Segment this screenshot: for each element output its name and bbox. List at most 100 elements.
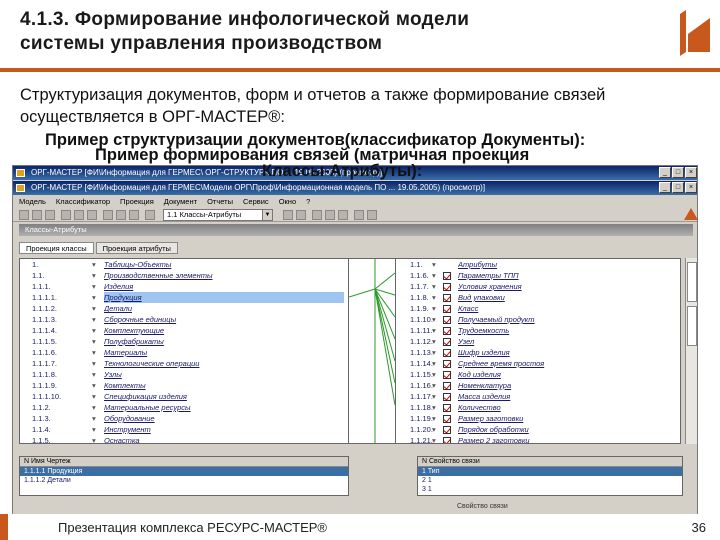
vertical-tab-1[interactable]	[687, 262, 697, 302]
chevron-down-icon[interactable]: ▾	[432, 325, 440, 336]
attribute-row[interactable]: 1.1.18. ▾ Количество	[396, 402, 680, 413]
chevron-down-icon[interactable]: ▾	[432, 402, 440, 413]
link-checkbox[interactable]	[443, 360, 451, 368]
attribute-row[interactable]: 1.1.19. ▾ Размер заготовки	[396, 413, 680, 424]
tab-projection-attributes[interactable]: Проекция атрибуты	[95, 242, 178, 254]
attribute-row[interactable]: 1.1.13. ▾ Шифр изделия	[396, 347, 680, 358]
attribute-row[interactable]: 1.1. ▾ Атрибуты	[396, 259, 680, 270]
tree-row[interactable]: 1.1.4. ▾ Инструмент	[20, 424, 348, 435]
tree-row[interactable]: 1.1.1.2. ▾ Детали	[20, 303, 348, 314]
link-checkbox[interactable]	[443, 305, 451, 313]
tree-row[interactable]: 1.1.1.6. ▾ Материалы	[20, 347, 348, 358]
tool-button-12[interactable]	[296, 210, 306, 220]
chevron-down-icon[interactable]: ▾	[432, 336, 440, 347]
link-checkbox[interactable]	[443, 415, 451, 423]
chevron-down-icon[interactable]: ▾	[92, 369, 100, 380]
tool-button-6[interactable]	[87, 210, 97, 220]
tree-row[interactable]: 1.1.1.4. ▾ Комплектующие	[20, 325, 348, 336]
close-button[interactable]: ×	[685, 167, 697, 178]
chevron-down-icon[interactable]: ▾	[92, 358, 100, 369]
link-checkbox[interactable]	[443, 316, 451, 324]
chevron-down-icon[interactable]: ▾	[432, 259, 440, 270]
tool-button-1[interactable]	[19, 210, 29, 220]
menu-help[interactable]: ?	[306, 196, 310, 208]
tool-button-2[interactable]	[32, 210, 42, 220]
link-checkbox[interactable]	[443, 349, 451, 357]
minimize-button-inner[interactable]: _	[659, 182, 671, 193]
attribute-row[interactable]: 1.1.15. ▾ Код изделия	[396, 369, 680, 380]
attribute-row[interactable]: 1.1.10. ▾ Получаемый продукт	[396, 314, 680, 325]
tool-button-4[interactable]	[61, 210, 71, 220]
maximize-button-inner[interactable]: □	[672, 182, 684, 193]
tree-row[interactable]: 1.1.1.8. ▾ Узлы	[20, 369, 348, 380]
chevron-down-icon[interactable]: ▾	[432, 347, 440, 358]
table-row[interactable]: 3 1	[418, 485, 682, 494]
chevron-down-icon[interactable]: ▾	[432, 424, 440, 435]
tree-row[interactable]: 1.1.5. ▾ Оснастка	[20, 435, 348, 443]
attribute-row[interactable]: 1.1.16. ▾ Номенклатура	[396, 380, 680, 391]
tree-row[interactable]: 1.1.1.9. ▾ Комплекты	[20, 380, 348, 391]
tree-row[interactable]: 1.1.2. ▾ Материальные ресурсы	[20, 402, 348, 413]
menu-document[interactable]: Документ	[164, 196, 197, 208]
menu-classifier[interactable]: Классификатор	[56, 196, 110, 208]
menu-reports[interactable]: Отчеты	[207, 196, 233, 208]
attribute-row[interactable]: 1.1.6. ▾ Параметры ТПП	[396, 270, 680, 281]
menu-model[interactable]: Модель	[19, 196, 46, 208]
link-checkbox[interactable]	[443, 393, 451, 401]
tool-button-3[interactable]	[45, 210, 55, 220]
projection-select[interactable]: 1.1 Классы-Атрибуты ▼	[163, 209, 273, 221]
link-checkbox[interactable]	[443, 272, 451, 280]
chevron-down-icon[interactable]: ▼	[262, 210, 272, 220]
tool-button-17[interactable]	[367, 210, 377, 220]
chevron-down-icon[interactable]: ▾	[92, 402, 100, 413]
attribute-row[interactable]: 1.1.11. ▾ Трудоемкость	[396, 325, 680, 336]
chevron-down-icon[interactable]: ▾	[92, 314, 100, 325]
chevron-down-icon[interactable]: ▾	[432, 292, 440, 303]
chevron-down-icon[interactable]: ▾	[432, 281, 440, 292]
tool-button-5[interactable]	[74, 210, 84, 220]
chevron-down-icon[interactable]: ▾	[92, 391, 100, 402]
close-button-inner[interactable]: ×	[685, 182, 697, 193]
tree-row[interactable]: 1.1.1. ▾ Изделия	[20, 281, 348, 292]
link-checkbox[interactable]	[443, 338, 451, 346]
tool-button-16[interactable]	[354, 210, 364, 220]
link-checkbox[interactable]	[443, 283, 451, 291]
tree-row[interactable]: 1.1.1.1. ▾ Продукция	[20, 292, 348, 303]
attribute-row[interactable]: 1.1.8. ▾ Вид упаковки	[396, 292, 680, 303]
tree-row[interactable]: 1.1. ▾ Производственные элементы	[20, 270, 348, 281]
chevron-down-icon[interactable]: ▾	[92, 292, 100, 303]
tree-row[interactable]: 1. ▾ Таблицы-Объекты	[20, 259, 348, 270]
tool-button-9[interactable]	[129, 210, 139, 220]
tool-button-14[interactable]	[325, 210, 335, 220]
menu-projection[interactable]: Проекция	[120, 196, 154, 208]
tool-button-7[interactable]	[103, 210, 113, 220]
chevron-down-icon[interactable]: ▾	[432, 391, 440, 402]
chevron-down-icon[interactable]: ▾	[92, 336, 100, 347]
link-checkbox[interactable]	[443, 404, 451, 412]
tree-row[interactable]: 1.1.3. ▾ Оборудование	[20, 413, 348, 424]
tool-button-11[interactable]	[283, 210, 293, 220]
chevron-down-icon[interactable]: ▾	[92, 281, 100, 292]
link-checkbox[interactable]	[443, 426, 451, 434]
link-checkbox[interactable]	[443, 371, 451, 379]
chevron-down-icon[interactable]: ▾	[92, 380, 100, 391]
chevron-down-icon[interactable]: ▾	[92, 325, 100, 336]
attribute-row[interactable]: 1.1.17. ▾ Масса изделия	[396, 391, 680, 402]
tree-row[interactable]: 1.1.1.5. ▾ Полуфабрикаты	[20, 336, 348, 347]
chevron-down-icon[interactable]: ▾	[432, 314, 440, 325]
chevron-down-icon[interactable]: ▾	[432, 380, 440, 391]
chevron-down-icon[interactable]: ▾	[432, 270, 440, 281]
link-checkbox[interactable]	[443, 382, 451, 390]
table-row[interactable]: 2 1	[418, 476, 682, 485]
tool-button-13[interactable]	[312, 210, 322, 220]
tree-row[interactable]: 1.1.1.10. ▾ Спецификация изделия	[20, 391, 348, 402]
chevron-down-icon[interactable]: ▾	[92, 303, 100, 314]
chevron-down-icon[interactable]: ▾	[92, 424, 100, 435]
minimize-button[interactable]: _	[659, 167, 671, 178]
link-checkbox[interactable]	[443, 294, 451, 302]
attribute-row[interactable]: 1.1.20. ▾ Порядок обработки	[396, 424, 680, 435]
chevron-down-icon[interactable]: ▾	[432, 303, 440, 314]
chevron-down-icon[interactable]: ▾	[92, 347, 100, 358]
attribute-row[interactable]: 1.1.21. ▾ Размер 2 заготовки	[396, 435, 680, 443]
tool-button-10[interactable]	[145, 210, 155, 220]
